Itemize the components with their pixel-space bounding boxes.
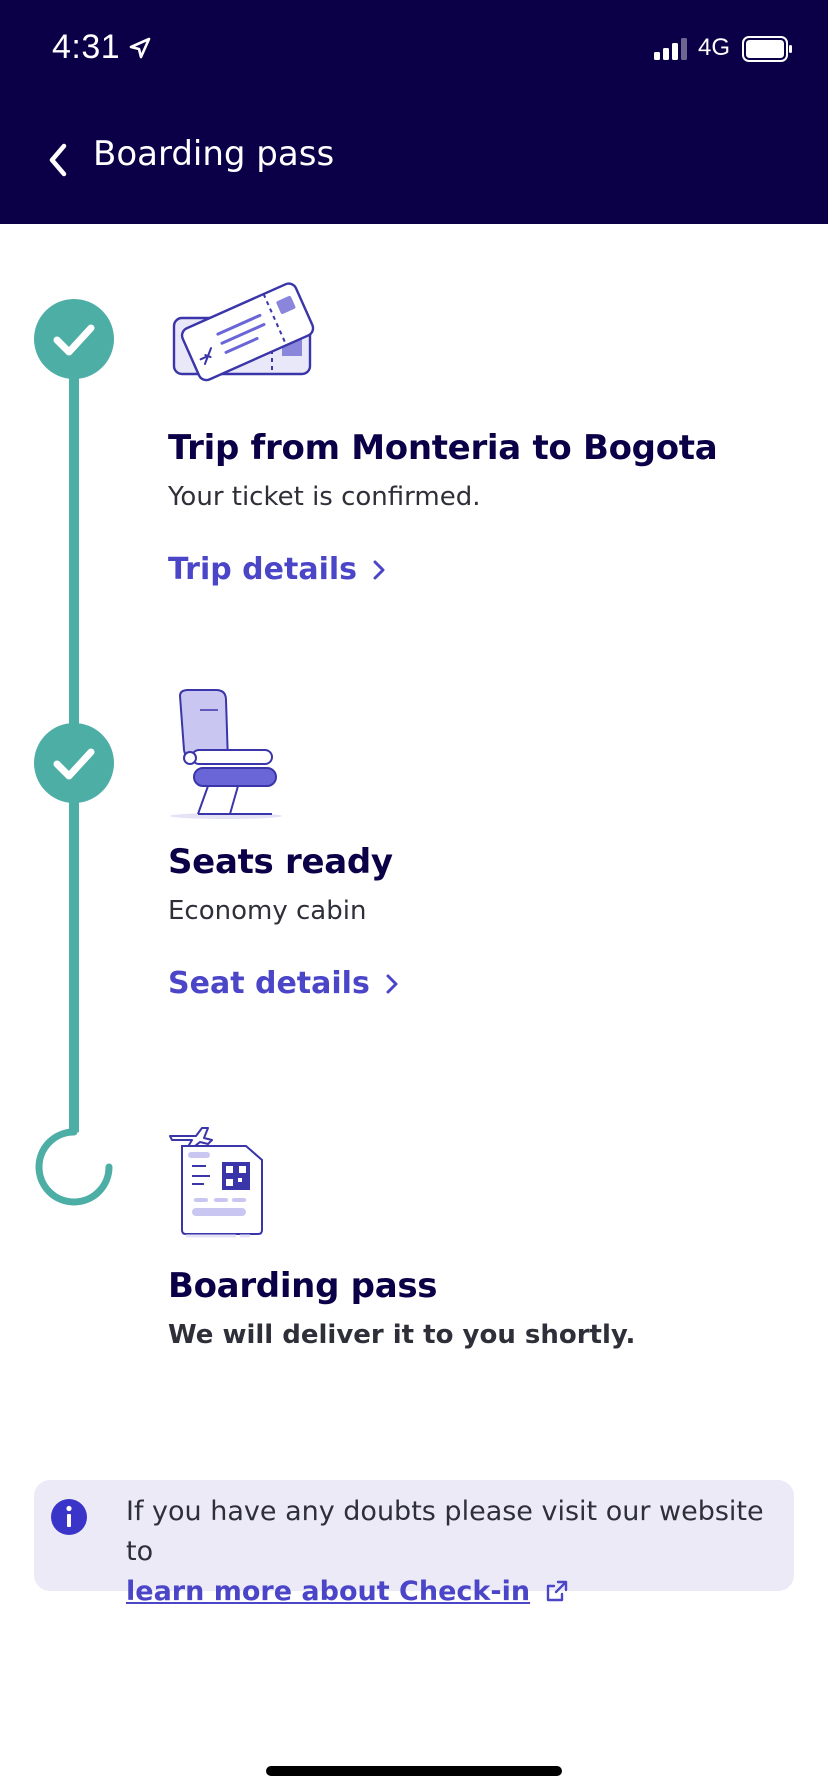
- step-title-trip: Trip from Monteria to Bogota: [168, 428, 718, 468]
- step-subtitle-trip: Your ticket is confirmed.: [168, 482, 481, 512]
- step-subtitle-seats: Economy cabin: [168, 896, 367, 926]
- page-title: Boarding pass: [93, 134, 335, 174]
- trip-details-link[interactable]: Trip details: [168, 552, 387, 587]
- seat-details-label: Seat details: [168, 966, 370, 1001]
- step-title-boarding-pass: Boarding pass: [168, 1266, 438, 1306]
- info-message: If you have any doubts please visit our …: [126, 1496, 764, 1567]
- battery-icon: [742, 36, 792, 62]
- network-label: 4G: [698, 34, 731, 61]
- step-subtitle-boarding-pass: We will deliver it to you shortly.: [168, 1320, 636, 1350]
- step-complete-icon: [34, 299, 114, 379]
- info-icon: [51, 1499, 87, 1535]
- step-complete-icon: [34, 723, 114, 803]
- ticket-illustration: [172, 282, 315, 382]
- step-title-seats: Seats ready: [168, 842, 393, 882]
- home-indicator: [266, 1766, 562, 1776]
- seat-details-link[interactable]: Seat details: [168, 966, 400, 1001]
- signal-icon: [654, 38, 687, 60]
- checkin-info-link[interactable]: learn more about Check-in: [126, 1576, 530, 1607]
- status-time: 4:31: [52, 28, 121, 66]
- chevron-right-icon: [373, 560, 385, 579]
- seat-illustration: [170, 689, 282, 819]
- chevron-right-icon: [386, 974, 398, 993]
- external-link-icon[interactable]: [545, 1579, 569, 1603]
- boarding-pass-document-illustration: [169, 1127, 263, 1238]
- back-button[interactable]: [40, 140, 80, 180]
- trip-details-label: Trip details: [168, 552, 357, 587]
- location-arrow-icon: [129, 37, 151, 59]
- step-pending-icon: [35, 1128, 113, 1206]
- info-text: If you have any doubts please visit our …: [126, 1492, 766, 1612]
